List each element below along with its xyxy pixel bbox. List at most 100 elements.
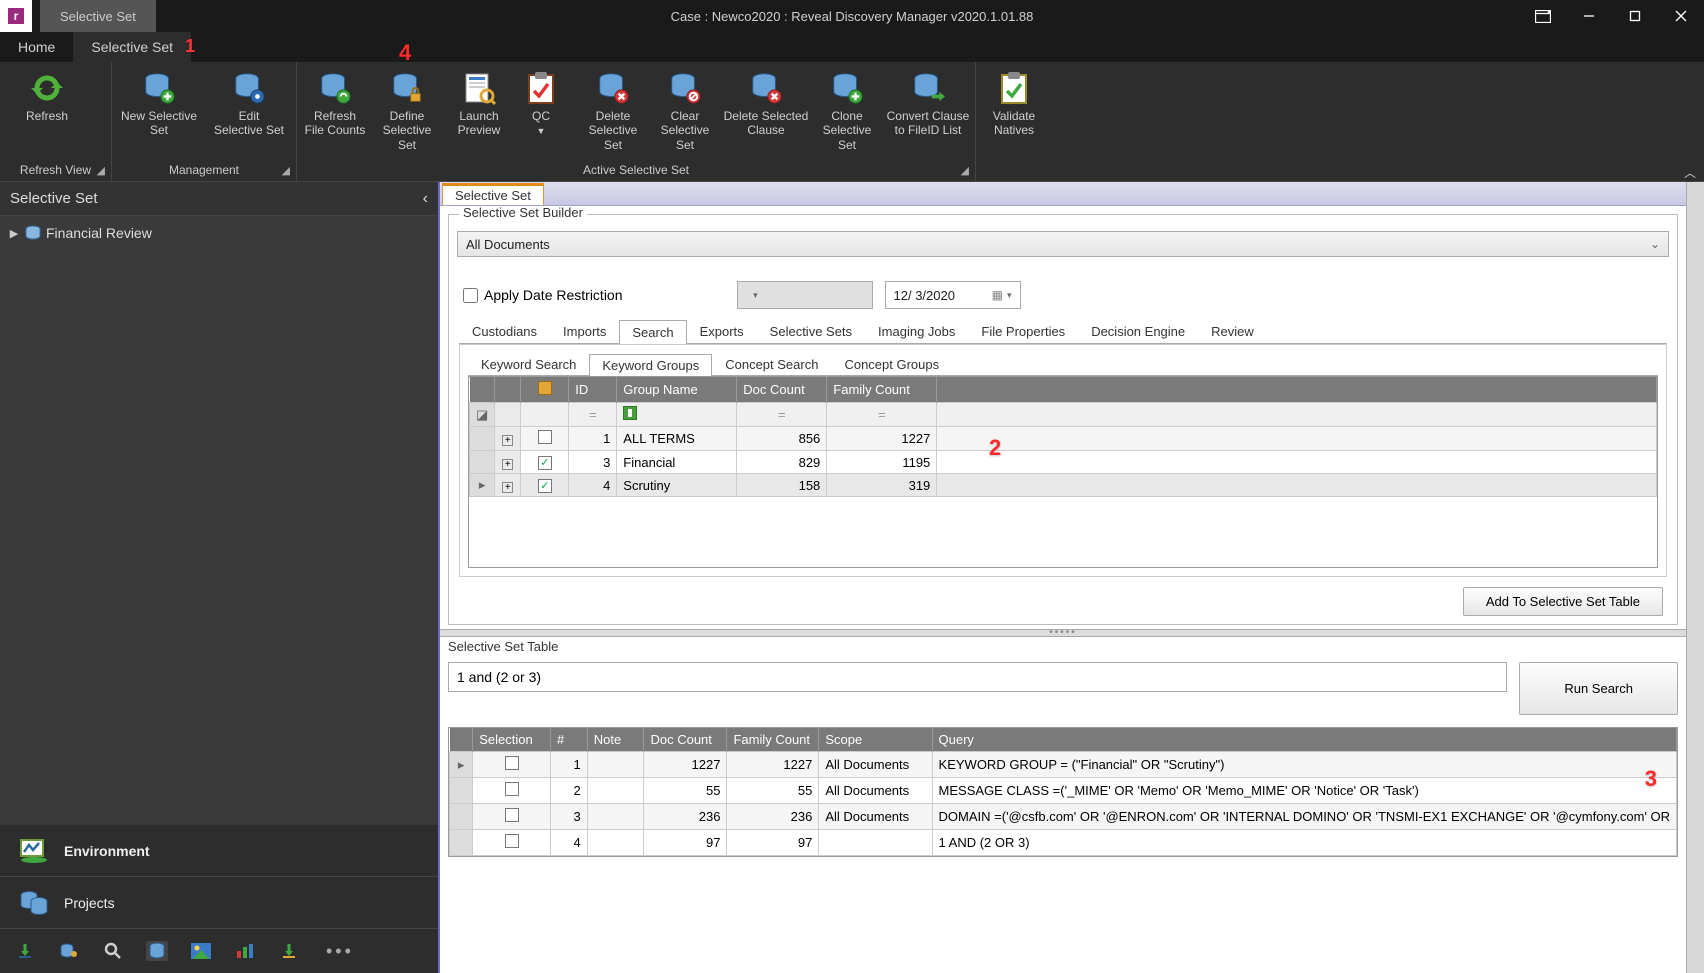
- sidebar-nav-environment[interactable]: Environment: [0, 825, 438, 877]
- tab-home[interactable]: Home: [0, 32, 73, 62]
- clear-selective-set-button[interactable]: Clear Selective Set: [649, 66, 721, 161]
- scope-dropdown[interactable]: All Documents⌄: [457, 231, 1669, 257]
- toolbar-search-icon[interactable]: [102, 941, 124, 961]
- ribbon-tabstrip: Home Selective Set 1: [0, 32, 1704, 62]
- toolbar-download-icon[interactable]: [14, 941, 36, 961]
- builder-tab-search[interactable]: Search: [619, 320, 686, 344]
- vertical-scrollbar[interactable]: [1686, 182, 1704, 973]
- grid-row[interactable]: ▸+✓4Scrutiny158319: [470, 474, 1657, 497]
- group-launcher-icon[interactable]: ◢: [282, 164, 290, 177]
- sidebar-nav-projects[interactable]: Projects: [0, 877, 438, 929]
- tree-expander-icon[interactable]: ▶: [8, 227, 20, 240]
- validate-natives-button[interactable]: Validate Natives: [978, 66, 1050, 161]
- ribbon-display-options-icon[interactable]: [1520, 0, 1566, 32]
- database-refresh-icon: [317, 70, 353, 106]
- row-checkbox[interactable]: [505, 834, 519, 848]
- date-to-field[interactable]: 12/ 3/2020▦▾: [885, 281, 1021, 309]
- builder-tab-review[interactable]: Review: [1198, 319, 1267, 343]
- tab-selective-set[interactable]: Selective Set 1: [73, 32, 191, 62]
- maximize-button[interactable]: [1612, 0, 1658, 32]
- grid-row[interactable]: +1ALL TERMS8561227: [470, 427, 1657, 451]
- qc-button[interactable]: QC▼: [515, 66, 567, 161]
- builder-tab-exports[interactable]: Exports: [687, 319, 757, 343]
- filter-row-icon[interactable]: ◪: [470, 403, 495, 427]
- filter-icon[interactable]: [623, 406, 637, 420]
- expand-icon[interactable]: +: [502, 459, 513, 470]
- refresh-button[interactable]: Refresh: [2, 66, 92, 161]
- main-panel: Selective Set Selective Set Builder All …: [440, 182, 1704, 973]
- row-checkbox[interactable]: ✓: [538, 456, 552, 470]
- toolbar-image-icon[interactable]: [190, 941, 212, 961]
- toolbar-db-icon[interactable]: [146, 941, 168, 961]
- horizontal-splitter[interactable]: [440, 629, 1686, 637]
- expand-icon[interactable]: +: [502, 482, 513, 493]
- minimize-button[interactable]: [1566, 0, 1612, 32]
- toolbar-download2-icon[interactable]: [278, 941, 300, 961]
- define-selective-set-button[interactable]: 4 Define Selective Set: [371, 66, 443, 161]
- builder-subtab-keyword-groups[interactable]: Keyword Groups: [589, 354, 712, 376]
- builder-tab-imaging-jobs[interactable]: Imaging Jobs: [865, 319, 968, 343]
- tree-item-financial-review[interactable]: ▶ Financial Review: [4, 222, 434, 244]
- row-checkbox[interactable]: [505, 808, 519, 822]
- sidebar-tree: ▶ Financial Review: [0, 216, 438, 825]
- edit-selective-set-button[interactable]: Edit Selective Set: [204, 66, 294, 161]
- builder-tab-selective-sets[interactable]: Selective Sets: [757, 319, 865, 343]
- table-row[interactable]: ▸112271227All DocumentsKEYWORD GROUP = (…: [450, 752, 1677, 778]
- builder-subtab-concept-search[interactable]: Concept Search: [712, 353, 831, 375]
- builder-tab-decision-engine[interactable]: Decision Engine: [1078, 319, 1198, 343]
- row-checkbox[interactable]: [505, 756, 519, 770]
- set-table-legend: Selective Set Table: [448, 639, 1678, 654]
- chevron-down-icon: ▾: [753, 290, 758, 301]
- group-launcher-icon[interactable]: ◢: [97, 164, 105, 177]
- builder-tabs-level1: CustodiansImportsSearchExportsSelective …: [459, 319, 1667, 344]
- toolbar-chart-icon[interactable]: [234, 941, 256, 961]
- row-checkbox[interactable]: [505, 782, 519, 796]
- launch-preview-button[interactable]: Launch Preview: [443, 66, 515, 161]
- nav-label: Projects: [64, 895, 115, 911]
- grid-row[interactable]: +✓3Financial8291195: [470, 451, 1657, 474]
- toolbar-more-icon[interactable]: •••: [326, 941, 354, 962]
- builder-tab-file-properties[interactable]: File Properties: [968, 319, 1078, 343]
- close-button[interactable]: [1658, 0, 1704, 32]
- content-tabbar: Selective Set: [440, 182, 1686, 206]
- selective-set-table[interactable]: Selection # Note Doc Count Family Count …: [449, 728, 1677, 856]
- new-selective-set-button[interactable]: New Selective Set: [114, 66, 204, 161]
- clone-selective-set-button[interactable]: Clone Selective Set: [811, 66, 883, 161]
- database-lock-icon: [389, 70, 425, 106]
- refresh-file-counts-button[interactable]: Refresh File Counts: [299, 66, 371, 161]
- builder-tab-imports[interactable]: Imports: [550, 319, 619, 343]
- convert-clause-button[interactable]: Convert Clause to FileID List: [883, 66, 973, 161]
- database-forbid-icon: [667, 70, 703, 106]
- delete-selective-set-button[interactable]: Delete Selective Set: [577, 66, 649, 161]
- group-launcher-icon[interactable]: ◢: [961, 164, 969, 177]
- chevron-down-icon: ▾: [1007, 290, 1012, 301]
- row-checkbox[interactable]: ✓: [538, 479, 552, 493]
- ribbon: Refresh Refresh View◢ New Selective Set …: [0, 62, 1704, 182]
- preview-icon: [461, 70, 497, 106]
- builder-subtab-keyword-search[interactable]: Keyword Search: [468, 353, 589, 375]
- set-icon: [24, 224, 42, 242]
- content-tab-selective-set[interactable]: Selective Set: [442, 183, 544, 205]
- run-search-button[interactable]: Run Search: [1519, 662, 1678, 715]
- row-checkbox[interactable]: [538, 430, 552, 444]
- sidebar-toolbar: •••: [0, 929, 438, 973]
- keyword-groups-grid[interactable]: ID Group Name Doc Count Family Count ◪=: [469, 377, 1657, 497]
- builder-subtab-concept-groups[interactable]: Concept Groups: [831, 353, 952, 375]
- ribbon-collapse-icon[interactable]: ︿: [1684, 164, 1696, 181]
- builder-tab-custodians[interactable]: Custodians: [459, 319, 550, 343]
- calendar-icon: ▦: [992, 288, 1003, 302]
- toolbar-user-db-icon[interactable]: [58, 941, 80, 961]
- table-row[interactable]: 3236236All DocumentsDOMAIN =('@csfb.com'…: [450, 804, 1677, 830]
- delete-selected-clause-button[interactable]: Delete Selected Clause: [721, 66, 811, 161]
- expand-icon[interactable]: +: [502, 435, 513, 446]
- date-from-field[interactable]: ▾: [737, 281, 873, 309]
- database-remove-icon: [748, 70, 784, 106]
- apply-date-checkbox[interactable]: Apply Date Restriction: [463, 287, 623, 303]
- sidebar-collapse-icon[interactable]: ‹: [423, 190, 428, 208]
- environment-icon: [18, 837, 50, 865]
- tree-item-label: Financial Review: [46, 225, 152, 241]
- table-row[interactable]: 497971 AND (2 OR 3): [450, 830, 1677, 856]
- add-to-table-button[interactable]: Add To Selective Set Table: [1463, 587, 1663, 616]
- table-row[interactable]: 25555All DocumentsMESSAGE CLASS =('_MIME…: [450, 778, 1677, 804]
- query-input[interactable]: [448, 662, 1507, 692]
